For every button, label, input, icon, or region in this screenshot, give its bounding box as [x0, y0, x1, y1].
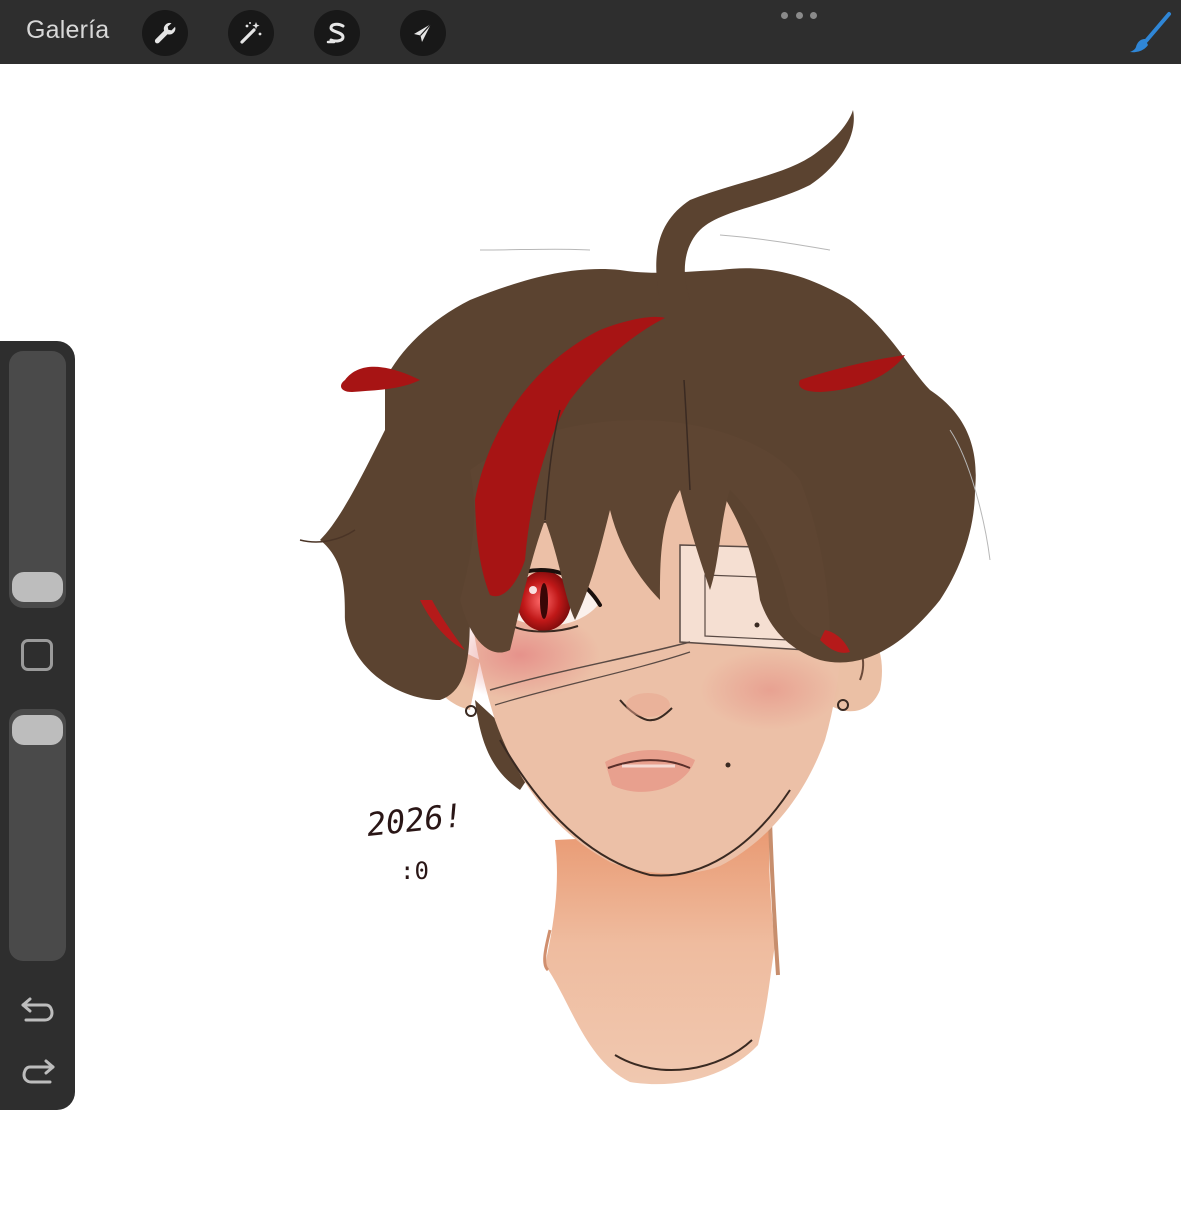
redo-button[interactable]: [18, 1053, 58, 1087]
undo-arrow-icon: [21, 997, 54, 1022]
paintbrush-icon: [1130, 12, 1171, 53]
transform-button[interactable]: [400, 10, 446, 56]
magic-wand-icon: [240, 22, 262, 44]
modify-button[interactable]: [21, 639, 53, 671]
selection-button[interactable]: [314, 10, 360, 56]
selection-s-icon: [326, 22, 345, 44]
face-text: :0: [400, 857, 429, 885]
artwork-illustration: 2026! :0: [299, 110, 991, 1085]
signature-text: 2026!: [365, 796, 465, 844]
redo-arrow-icon: [22, 1059, 55, 1084]
gallery-button[interactable]: Galería: [26, 16, 109, 45]
actions-button[interactable]: [142, 10, 188, 56]
top-toolbar: Galería: [0, 0, 1181, 64]
more-options-icon[interactable]: [781, 10, 817, 20]
opacity-slider[interactable]: [9, 709, 66, 961]
transform-arrow-icon: [414, 23, 432, 42]
side-toolbar: [0, 341, 75, 1110]
dot: [810, 11, 817, 19]
wrench-icon: [154, 22, 176, 44]
brush-tool-button[interactable]: [1124, 8, 1174, 58]
brush-size-slider[interactable]: [9, 351, 66, 608]
drawing-canvas[interactable]: 2026! :0: [0, 64, 1181, 1200]
dot: [795, 11, 803, 19]
undo-button[interactable]: [18, 991, 58, 1025]
brush-size-thumb[interactable]: [12, 572, 63, 602]
dot: [781, 11, 788, 19]
adjustments-button[interactable]: [228, 10, 274, 56]
opacity-thumb[interactable]: [12, 715, 63, 745]
